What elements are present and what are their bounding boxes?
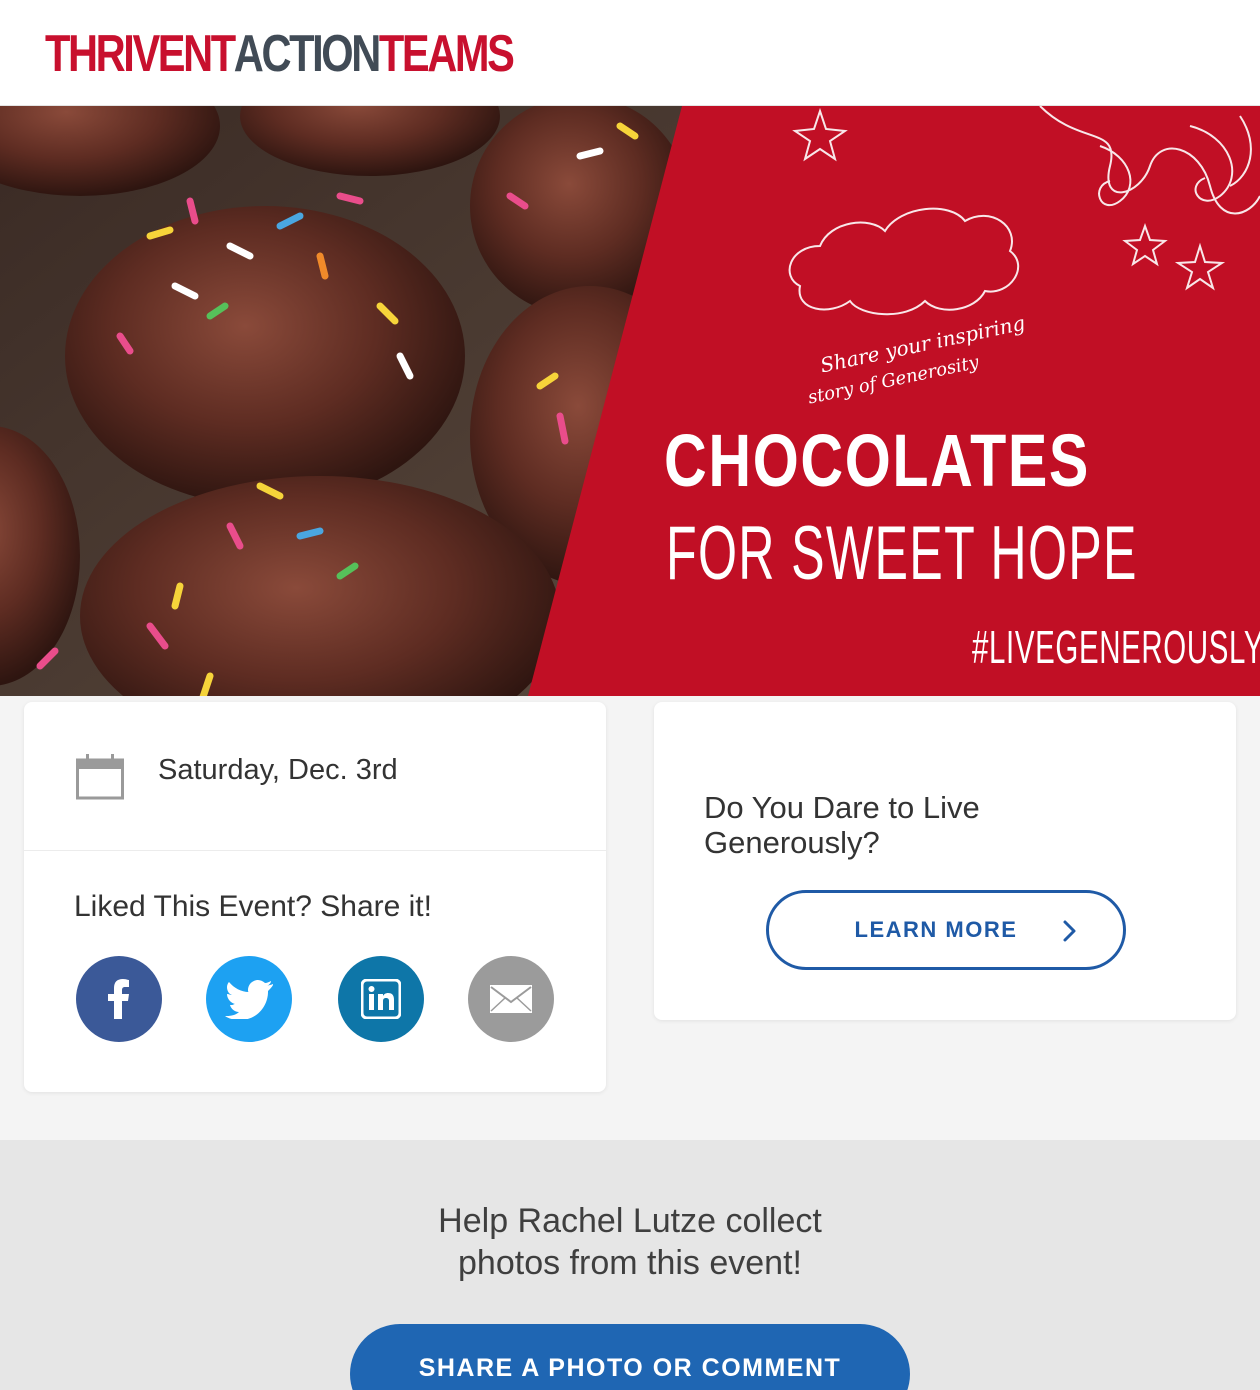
learn-more-button[interactable]: LEARN MORE	[766, 890, 1126, 970]
facebook-share-button[interactable]	[76, 956, 162, 1042]
promo-title: Do You Dare to Live Generously?	[704, 790, 980, 860]
hero-hashtag: #LIVEGENEROUSLY	[972, 621, 1260, 673]
thrivent-action-teams-logo[interactable]: THRIVENT ACTION TEAMS	[45, 25, 515, 83]
photo-help-text: Help Rachel Lutze collect photos from th…	[0, 1200, 1260, 1284]
linkedin-icon	[361, 979, 401, 1019]
share-photo-label: SHARE A PHOTO OR COMMENT	[418, 1354, 842, 1382]
hero-title-line1: CHOCOLATES	[664, 419, 1091, 502]
photo-help-line2: photos from this event!	[458, 1244, 802, 1282]
live-generously-card: Do You Dare to Live Generously? LEARN MO…	[654, 702, 1236, 1020]
learn-more-label: LEARN MORE	[854, 917, 1018, 942]
event-hero-banner: Share your inspiring story of Generosity…	[0, 106, 1260, 696]
photo-collection-section: Help Rachel Lutze collect photos from th…	[0, 1140, 1260, 1390]
site-header: THRIVENT ACTION TEAMS	[0, 0, 1260, 106]
calendar-icon	[76, 754, 124, 800]
twitter-share-button[interactable]	[206, 956, 292, 1042]
email-icon	[490, 985, 532, 1013]
event-date: Saturday, Dec. 3rd	[158, 754, 398, 786]
twitter-icon	[225, 980, 273, 1019]
logo-part-thrivent: THRIVENT	[45, 25, 236, 83]
share-photo-button[interactable]: SHARE A PHOTO OR COMMENT	[350, 1324, 910, 1390]
photo-help-line1: Help Rachel Lutze collect	[438, 1202, 822, 1240]
email-share-button[interactable]	[468, 956, 554, 1042]
hero-title-line2: FOR SWEET HOPE	[666, 511, 1138, 596]
logo-part-action: ACTION	[233, 25, 381, 83]
facebook-icon	[108, 979, 129, 1019]
share-heading: Liked This Event? Share it!	[74, 890, 432, 923]
hero-image	[0, 106, 1260, 696]
cupcake	[65, 206, 465, 506]
event-details-card: Saturday, Dec. 3rd Liked This Event? Sha…	[24, 702, 606, 1092]
card-divider	[24, 850, 606, 851]
linkedin-share-button[interactable]	[338, 956, 424, 1042]
logo-part-teams: TEAMS	[378, 25, 515, 83]
chevron-right-icon	[1063, 920, 1076, 942]
